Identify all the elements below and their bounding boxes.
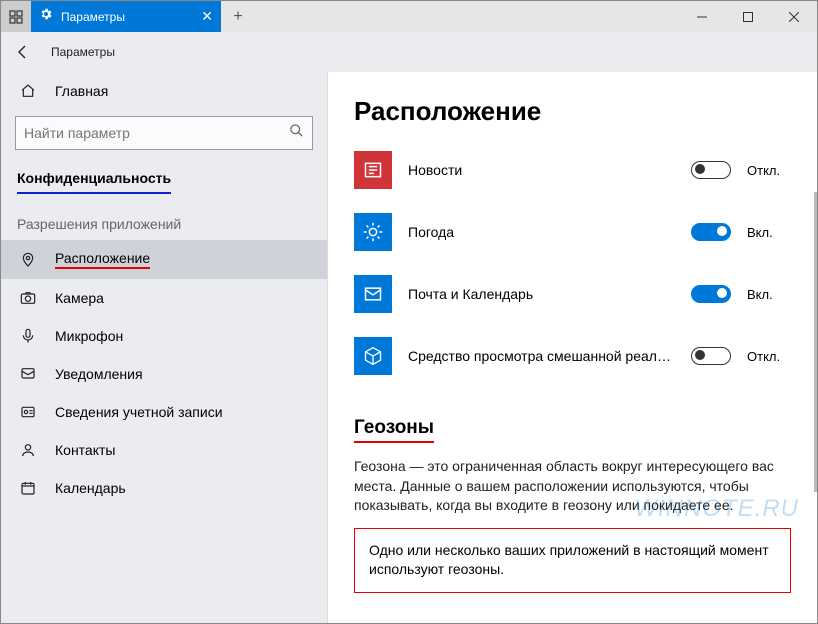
sidebar-item-label: Камера <box>55 290 104 306</box>
camera-icon <box>19 289 37 307</box>
app-name: Почта и Календарь <box>408 286 675 302</box>
toggle-state: Откл. <box>747 349 791 364</box>
sidebar-item-microphone[interactable]: Микрофон <box>1 317 327 355</box>
news-icon <box>354 151 392 189</box>
content-pane: Расположение Новости Откл. Погода Вкл. П… <box>327 72 817 623</box>
search-box[interactable] <box>15 116 313 150</box>
new-tab-button[interactable]: + <box>221 1 255 32</box>
sidebar-item-camera[interactable]: Камера <box>1 279 327 317</box>
minimize-button[interactable] <box>679 1 725 32</box>
sidebar-item-contacts[interactable]: Контакты <box>1 431 327 469</box>
sidebar-item-account[interactable]: Сведения учетной записи <box>1 393 327 431</box>
sidebar-section-privacy: Конфиденциальность <box>17 164 171 194</box>
toggle-mail[interactable] <box>691 285 731 303</box>
toggle-weather[interactable] <box>691 223 731 241</box>
calendar-icon <box>19 479 37 497</box>
maximize-button[interactable] <box>725 1 771 32</box>
search-icon <box>289 123 304 143</box>
app-name: Средство просмотра смешанной реальн... <box>408 348 675 364</box>
notifications-icon <box>19 365 37 383</box>
mail-icon <box>354 275 392 313</box>
app-name: Новости <box>408 162 675 178</box>
app-row-news: Новости Откл. <box>354 151 791 189</box>
sidebar-item-location[interactable]: Расположение <box>1 240 327 279</box>
sidebar-item-label: Микрофон <box>55 328 123 344</box>
sidebar: Главная Конфиденциальность Разрешения пр… <box>1 72 327 623</box>
sidebar-item-label: Сведения учетной записи <box>55 404 223 420</box>
page-title: Расположение <box>354 96 791 127</box>
toggle-state: Откл. <box>747 163 791 178</box>
gear-icon <box>39 7 53 26</box>
titlebar-drag-area <box>255 1 679 32</box>
account-icon <box>19 403 37 421</box>
sidebar-item-notifications[interactable]: Уведомления <box>1 355 327 393</box>
app-row-weather: Погода Вкл. <box>354 213 791 251</box>
sidebar-home[interactable]: Главная <box>1 72 327 110</box>
sidebar-item-label: Уведомления <box>55 366 143 382</box>
close-button[interactable] <box>771 1 817 32</box>
cube-icon <box>354 337 392 375</box>
sidebar-home-label: Главная <box>55 83 108 99</box>
toggle-mr[interactable] <box>691 347 731 365</box>
sidebar-subhead: Разрешения приложений <box>1 194 327 240</box>
toggle-state: Вкл. <box>747 225 791 240</box>
tab-title: Параметры <box>61 10 125 24</box>
sidebar-item-label: Календарь <box>55 480 126 496</box>
app-row-mr: Средство просмотра смешанной реальн... О… <box>354 337 791 375</box>
search-input[interactable] <box>24 125 289 141</box>
scrollbar-thumb[interactable] <box>814 192 817 492</box>
tab-close-button[interactable]: ✕ <box>201 8 213 25</box>
back-button[interactable] <box>9 38 37 66</box>
geofence-description: Геозона — это ограниченная область вокру… <box>354 457 791 516</box>
app-row-mail: Почта и Календарь Вкл. <box>354 275 791 313</box>
contacts-icon <box>19 441 37 459</box>
sidebar-item-label: Расположение <box>55 250 150 269</box>
taskview-button[interactable] <box>1 1 31 32</box>
app-name: Погода <box>408 224 675 240</box>
geofence-notice: Одно или несколько ваших приложений в на… <box>354 528 791 593</box>
location-icon <box>19 251 37 269</box>
microphone-icon <box>19 327 37 345</box>
weather-icon <box>354 213 392 251</box>
home-icon <box>19 82 37 100</box>
breadcrumb: Параметры <box>51 45 115 59</box>
toggle-state: Вкл. <box>747 287 791 302</box>
toggle-news[interactable] <box>691 161 731 179</box>
sidebar-item-calendar[interactable]: Календарь <box>1 469 327 507</box>
sidebar-item-label: Контакты <box>55 442 115 458</box>
tab-settings[interactable]: Параметры ✕ <box>31 1 221 32</box>
geofence-heading: Геозоны <box>354 417 434 443</box>
